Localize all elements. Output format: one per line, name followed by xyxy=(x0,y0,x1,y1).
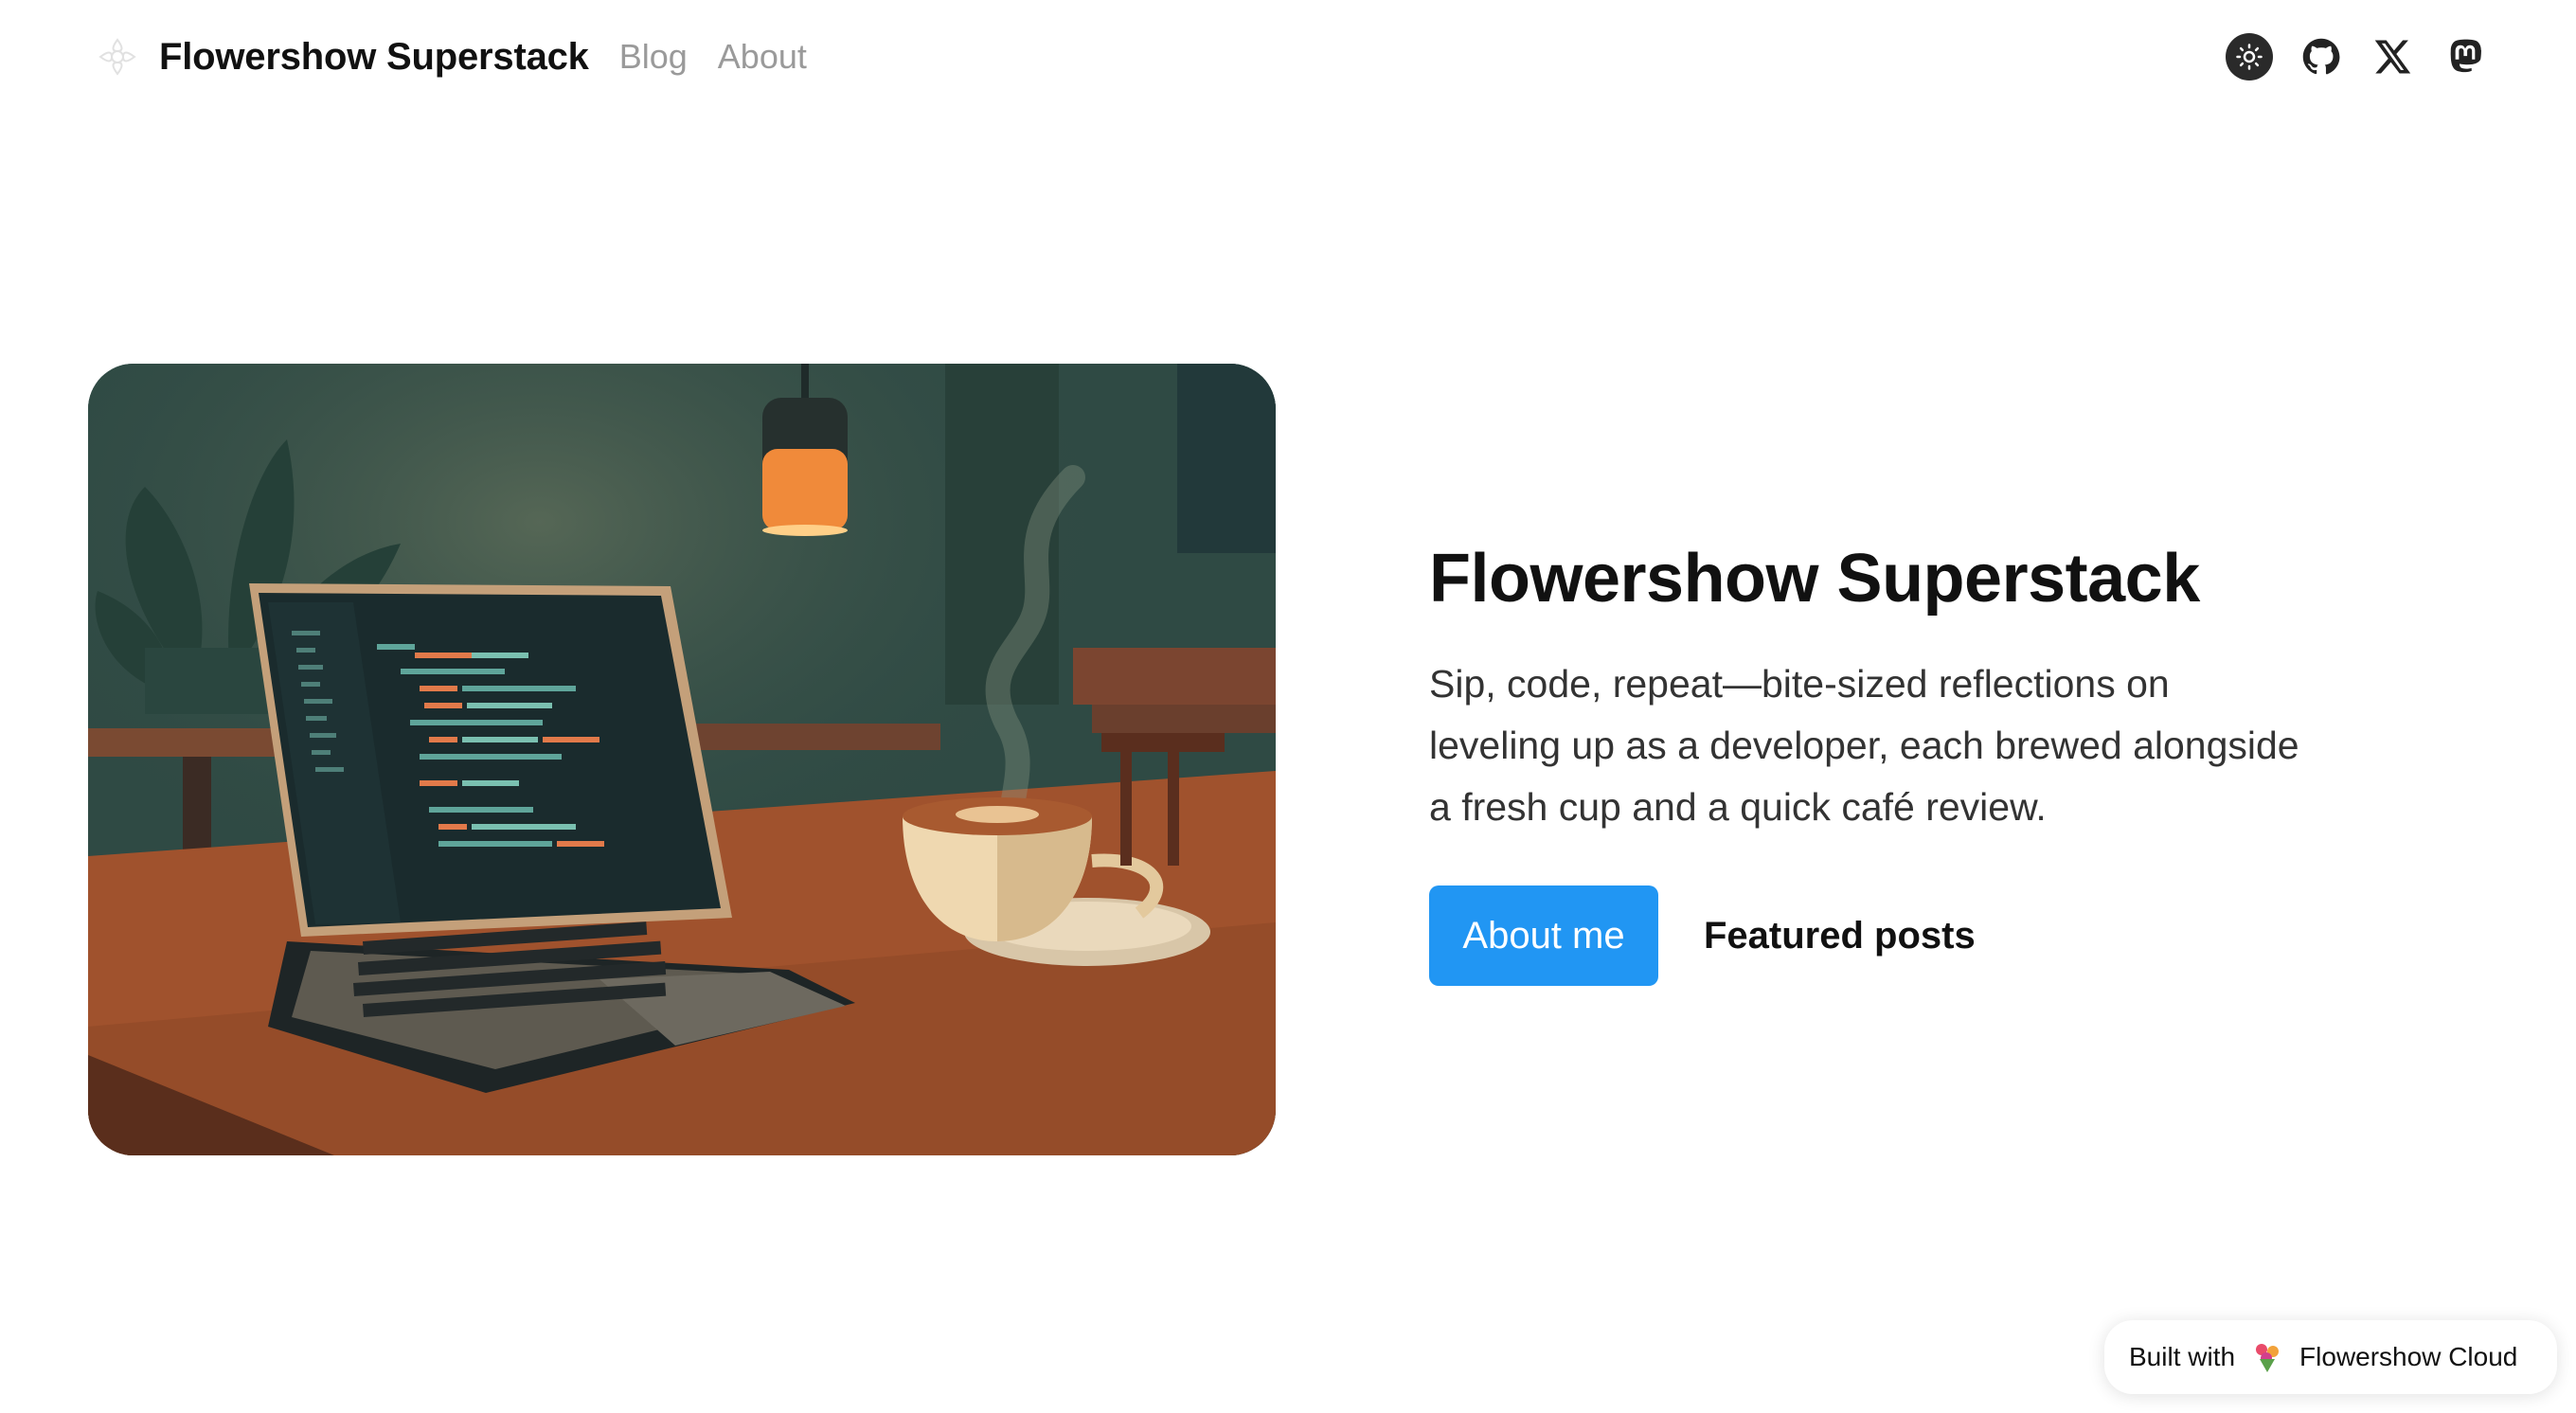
theme-toggle-button[interactable] xyxy=(2226,33,2273,80)
badge-prefix: Built with xyxy=(2129,1342,2236,1371)
x-icon xyxy=(2374,40,2411,74)
nav-right xyxy=(2226,33,2489,80)
flowershow-logo-icon[interactable] xyxy=(91,30,144,83)
nav-left: Flowershow Superstack Blog About xyxy=(91,30,837,83)
site-title-link[interactable]: Flowershow Superstack xyxy=(159,36,589,79)
nav-link-blog[interactable]: Blog xyxy=(619,37,688,77)
nav-link-about[interactable]: About xyxy=(718,37,807,77)
hero-description: Sip, code, repeat—bite-sized reflections… xyxy=(1429,662,2299,829)
flower-bouquet-icon xyxy=(2256,1344,2280,1372)
hero-title: Flowershow Superstack xyxy=(1429,541,2200,617)
built-with-badge[interactable]: Built with Flowershow Cloud xyxy=(2104,1320,2557,1394)
badge-brand: Flowershow Cloud xyxy=(2299,1342,2518,1371)
hero-actions: About me Featured posts xyxy=(1429,885,2376,986)
featured-posts-link[interactable]: Featured posts xyxy=(1704,915,1976,957)
cafe-laptop-illustration xyxy=(88,364,1276,1155)
hero-text: Flowershow Superstack Sip, code, repeat—… xyxy=(1429,536,2376,986)
top-nav: Flowershow Superstack Blog About xyxy=(0,0,2576,114)
github-icon xyxy=(2302,38,2340,75)
about-me-button[interactable]: About me xyxy=(1429,885,1658,986)
x-link[interactable] xyxy=(2370,33,2417,80)
hero-illustration xyxy=(88,364,1276,1155)
sun-icon xyxy=(2236,44,2263,70)
mastodon-icon xyxy=(2450,39,2481,73)
page: Flowershow Superstack Blog About Flowers… xyxy=(0,0,2576,1413)
github-link[interactable] xyxy=(2298,33,2345,80)
mastodon-link[interactable] xyxy=(2442,33,2489,80)
